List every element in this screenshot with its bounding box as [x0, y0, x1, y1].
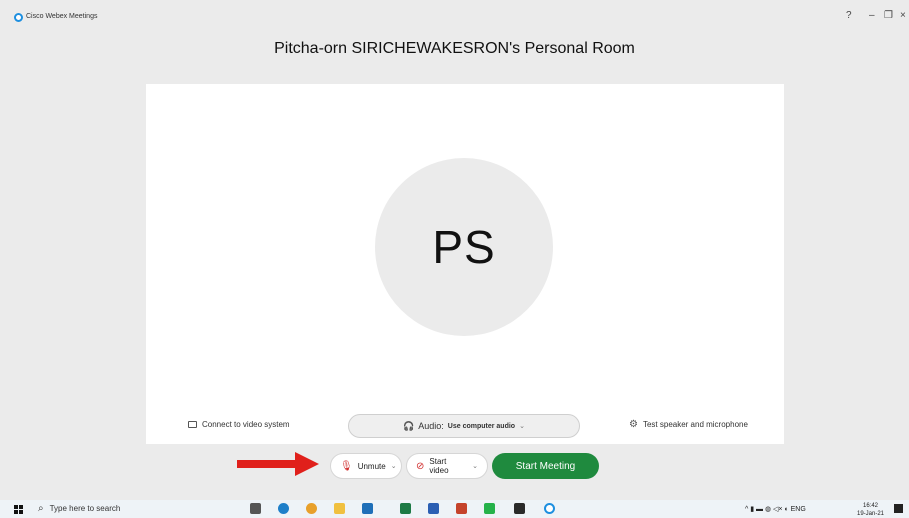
excel-icon[interactable]	[400, 503, 411, 514]
clock-time: 16:42	[863, 503, 879, 509]
headset-icon: 🎧	[403, 420, 415, 431]
start-video-button[interactable]: ⊘ Start video ⌄	[406, 453, 488, 479]
video-preview: PS Connect to video system 🎧 Audio: Use …	[146, 84, 784, 444]
test-speaker-mic-button[interactable]: ⚙ Test speaker and microphone	[629, 418, 748, 430]
chevron-down-icon[interactable]: ⌄	[472, 462, 478, 470]
connect-label: Connect to video system	[202, 420, 290, 429]
title-bar: Cisco Webex Meetings ? – ❐ ×	[0, 0, 909, 26]
chrome-icon[interactable]	[306, 503, 317, 514]
chevron-down-icon[interactable]: ⌄	[391, 462, 397, 470]
taskbar: ⌕ Type here to search ^ ▮ ▬ ◍ ◁× ◐ ENG 1…	[0, 500, 909, 518]
clock-date: 19-Jan-21	[857, 511, 885, 517]
search-placeholder: Type here to search	[49, 504, 121, 513]
webex-taskbar-icon[interactable]	[544, 503, 555, 514]
audio-selector[interactable]: 🎧 Audio: Use computer audio ⌄	[348, 414, 580, 438]
windows-start-icon[interactable]	[14, 505, 24, 514]
cast-icon	[188, 421, 197, 428]
gear-icon: ⚙	[629, 418, 638, 430]
taskbar-search[interactable]: ⌕ Type here to search	[38, 503, 120, 514]
test-label: Test speaker and microphone	[642, 420, 748, 429]
start-meeting-button[interactable]: Start Meeting	[492, 453, 599, 479]
help-icon[interactable]: ?	[846, 10, 852, 21]
video-off-icon: ⊘	[416, 460, 425, 472]
file-explorer-icon[interactable]	[334, 503, 345, 514]
unmute-label: Unmute	[357, 461, 386, 471]
annotation-arrow	[237, 452, 319, 476]
taskbar-clock[interactable]: 16:42 19-Jan-21	[857, 502, 884, 518]
mail-icon[interactable]	[362, 503, 373, 514]
chevron-down-icon: ⌄	[519, 423, 525, 430]
room-title: Pitcha-orn SIRICHEWAKESRON's Personal Ro…	[274, 40, 635, 57]
unmute-button[interactable]: 🎙 Unmute ⌄	[330, 453, 402, 479]
edge-icon[interactable]	[278, 503, 289, 514]
close-button[interactable]: ×	[900, 10, 906, 21]
task-view-icon[interactable]	[250, 503, 261, 514]
acrobat-icon[interactable]	[514, 503, 525, 514]
connect-video-system-button[interactable]: Connect to video system	[188, 420, 290, 429]
line-app-icon[interactable]	[484, 503, 495, 514]
audio-value: Use computer audio	[447, 422, 516, 430]
word-icon[interactable]	[428, 503, 439, 514]
audio-label: Audio:	[418, 421, 444, 431]
system-tray[interactable]: ^ ▮ ▬ ◍ ◁× ◐ ENG	[745, 505, 806, 513]
powerpoint-icon[interactable]	[456, 503, 467, 514]
start-video-label: Start video	[429, 457, 449, 475]
minimize-button[interactable]: –	[869, 10, 875, 21]
avatar: PS	[375, 158, 553, 336]
search-icon: ⌕	[38, 503, 44, 514]
notification-icon[interactable]	[894, 504, 903, 513]
avatar-initials: PS	[432, 221, 496, 273]
muted-mic-icon: 🎙	[340, 460, 353, 472]
webex-logo-icon	[14, 13, 23, 22]
restore-button[interactable]: ❐	[884, 10, 893, 21]
app-title: Cisco Webex Meetings	[26, 13, 98, 20]
